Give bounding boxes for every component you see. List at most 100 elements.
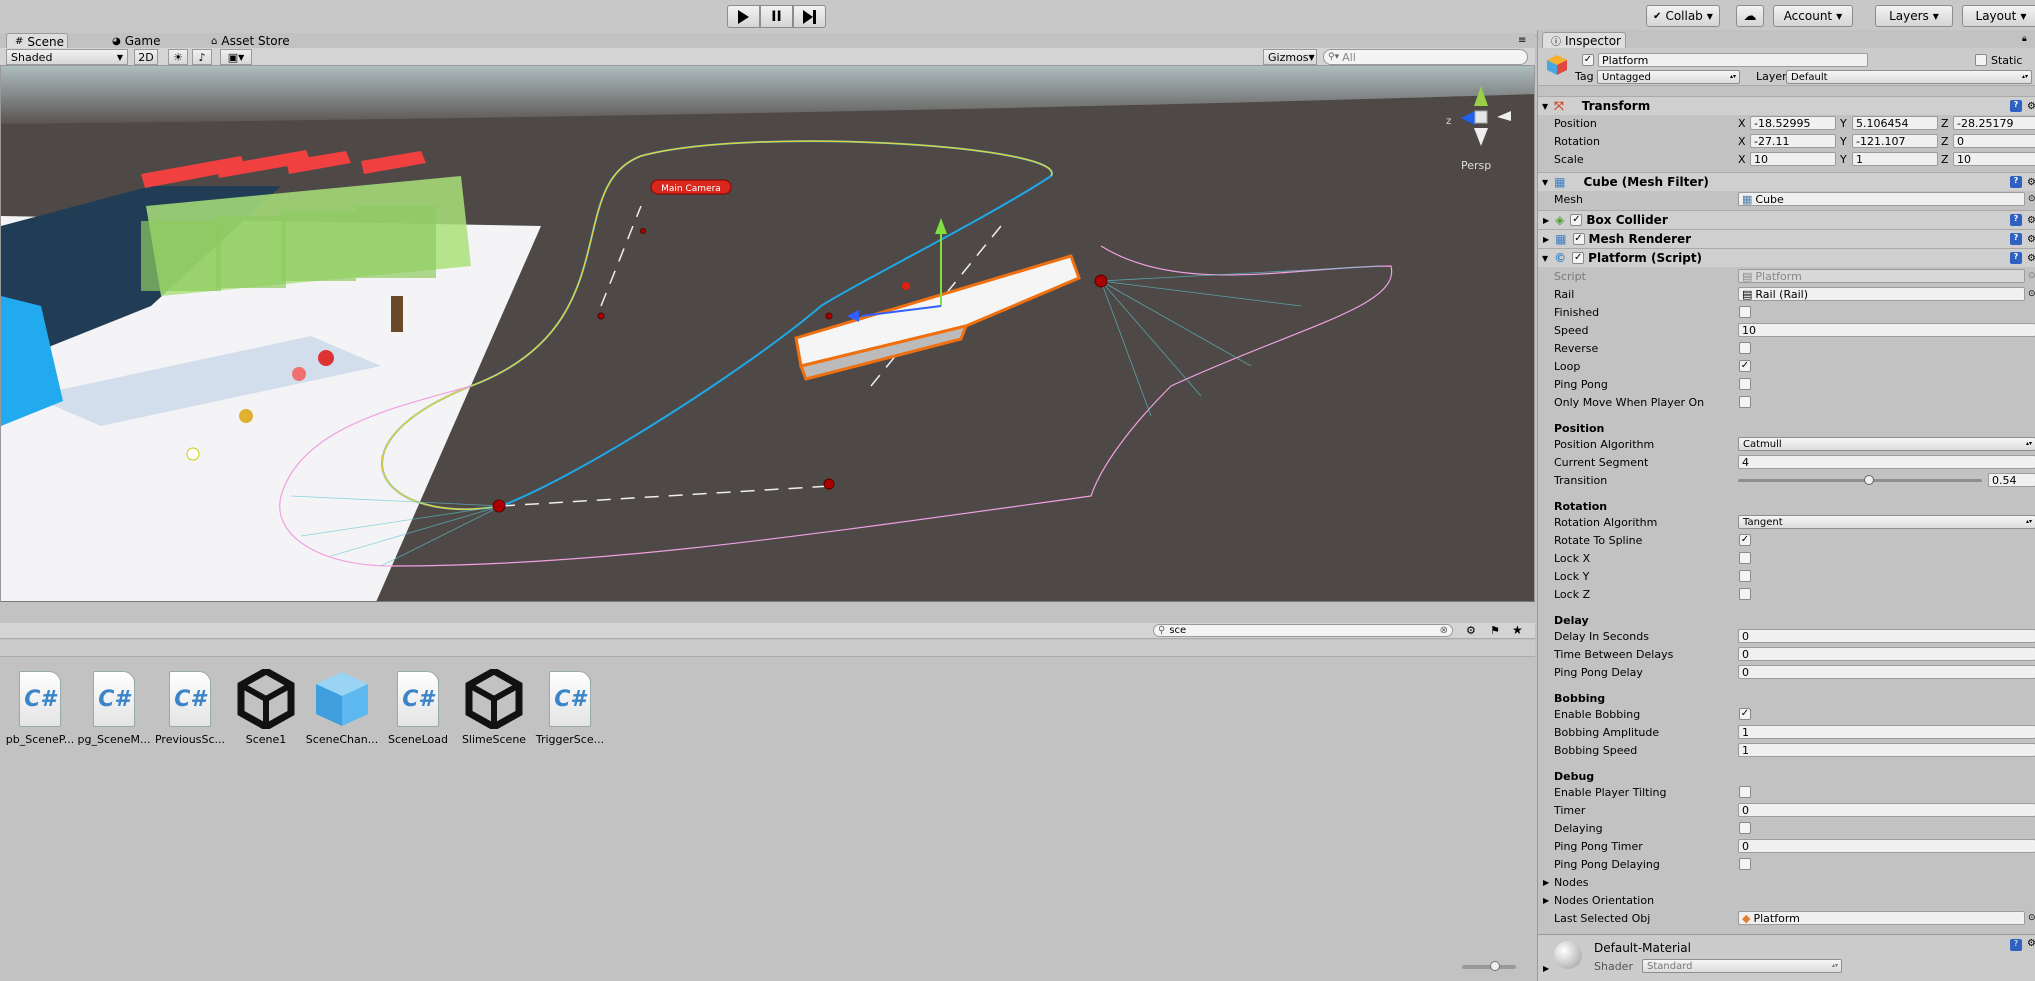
bobbing-speed-field[interactable]: 1 [1738,743,2035,757]
lock-x-checkbox[interactable] [1739,552,1751,564]
pause-button[interactable]: II [760,5,793,28]
position-x-field[interactable]: -18.52995 [1750,116,1836,130]
ping-pong-delaying-checkbox[interactable] [1739,858,1751,870]
step-button[interactable] [793,5,826,28]
bobbing-amplitude-field[interactable]: 1 [1738,725,2035,739]
enable-bobbing-checkbox[interactable]: ✓ [1739,708,1751,720]
filter-by-label-icon[interactable]: ⚑ [1490,624,1500,637]
only-move-checkbox[interactable] [1739,396,1751,408]
nodes-orientation-foldout[interactable]: ▶ Nodes Orientation [1538,891,2035,909]
enable-player-tilting-checkbox[interactable] [1739,786,1751,798]
rotate-to-spline-checkbox[interactable]: ✓ [1739,534,1751,546]
nodes-foldout[interactable]: ▶ Nodes [1538,873,2035,891]
lighting-toggle[interactable]: ☀ [168,49,188,65]
object-name-field[interactable]: Platform [1598,53,1868,67]
tab-inspector[interactable]: ⓘ Inspector [1542,32,1626,48]
box-collider-component-header[interactable]: ▶ ◈ ✓ Box Collider ? ⚙ [1538,210,2035,229]
position-z-field[interactable]: -28.25179 [1953,116,2035,130]
active-checkbox[interactable]: ✓ [1582,54,1594,66]
ping-pong-checkbox[interactable] [1739,378,1751,390]
ping-pong-timer-field[interactable]: 0 [1738,839,2035,853]
time-between-delays-field[interactable]: 0 [1738,647,2035,661]
object-picker-icon[interactable]: ⊙ [2028,913,2035,923]
help-icon[interactable]: ? [2010,100,2022,112]
scene-search-input[interactable]: ⚲▾ All [1323,49,1528,65]
tab-asset-store[interactable]: ⌂ Asset Store [203,33,303,49]
box-collider-enabled-checkbox[interactable]: ✓ [1570,214,1583,226]
rotation-algorithm-dropdown[interactable]: Tangent [1738,515,2035,529]
gizmos-dropdown[interactable]: Gizmos ▼ [1263,49,1317,65]
account-dropdown[interactable]: Account ▼ [1773,5,1853,27]
audio-toggle[interactable]: ♪ [192,49,212,65]
current-segment-field[interactable]: 4 [1738,455,2035,469]
gear-icon[interactable]: ⚙ [2027,234,2035,245]
gear-icon[interactable]: ⚙ [2027,253,2035,264]
collab-dropdown[interactable]: ✔ Collab ▼ [1646,5,1720,27]
rotation-y-field[interactable]: -121.107 [1852,134,1938,148]
asset-item[interactable]: C# pg_SceneM... [76,667,152,746]
gear-icon[interactable]: ⚙ [2027,215,2035,226]
rotation-x-field[interactable]: -27.11 [1750,134,1836,148]
asset-item[interactable]: SceneChan... [304,667,380,746]
gear-icon[interactable]: ⚙ [2027,938,2035,949]
rail-object-field[interactable]: ▤ Rail (Rail) [1738,287,2025,301]
asset-item[interactable]: SlimeScene [456,667,532,746]
icon-size-slider[interactable] [1462,961,1516,971]
asset-item[interactable]: C# PreviousSc... [152,667,228,746]
asset-item[interactable]: C# TriggerSce... [532,667,608,746]
scale-z-field[interactable]: 10 [1953,152,2035,166]
tab-game[interactable]: ◕ Game [104,33,170,49]
lock-y-checkbox[interactable] [1739,570,1751,582]
layer-dropdown[interactable]: Default [1786,70,2032,84]
object-picker-icon[interactable]: ⊙ [2028,289,2035,299]
help-icon[interactable]: ? [2010,176,2022,188]
shader-dropdown[interactable]: Standard [1642,959,1842,973]
scene-render[interactable]: Main Camera z Persp [1,66,1535,602]
scene-viewport[interactable]: Main Camera z Persp [0,66,1535,602]
help-icon[interactable]: ? [2010,252,2022,264]
project-search-input[interactable]: ⚲ sce ⊗ [1153,624,1453,637]
timer-field[interactable]: 0 [1738,803,2035,817]
mesh-object-field[interactable]: ▦ Cube [1738,192,2025,206]
gear-icon[interactable]: ⚙ [2027,101,2035,112]
platform-script-enabled-checkbox[interactable]: ✓ [1572,252,1585,264]
cloud-button[interactable]: ☁ [1736,5,1764,27]
position-algorithm-dropdown[interactable]: Catmull [1738,437,2035,451]
asset-item[interactable]: C# pb_SceneP... [2,667,78,746]
object-picker-icon[interactable]: ⊙ [2028,194,2035,204]
transition-slider[interactable] [1738,475,1982,485]
transition-field[interactable]: 0.54 [1988,473,2035,487]
ping-pong-delay-field[interactable]: 0 [1738,665,2035,679]
transition-slider-thumb[interactable] [1864,475,1874,485]
play-button[interactable] [727,5,760,28]
scale-x-field[interactable]: 10 [1750,152,1836,166]
material-header[interactable]: Default-Material ▶ Shader Standard ? ⚙ [1538,934,2035,981]
mesh-filter-component-header[interactable]: ▼ ▦ Cube (Mesh Filter) ? ⚙ [1538,172,2035,191]
finished-checkbox[interactable] [1739,306,1751,318]
last-selected-object-field[interactable]: ◆ Platform [1738,911,2025,925]
speed-field[interactable]: 10 [1738,323,2035,337]
toggle-2d-button[interactable]: 2D [134,49,158,65]
delay-in-seconds-field[interactable]: 0 [1738,629,2035,643]
rotation-z-field[interactable]: 0 [1953,134,2035,148]
clear-search-icon[interactable]: ⊗ [1440,625,1448,636]
tab-scene[interactable]: # Scene [6,33,68,49]
layout-dropdown[interactable]: Layout ▼ [1962,5,2035,27]
asset-item[interactable]: C# SceneLoad [380,667,456,746]
effects-dropdown[interactable]: ▣ ▼ [220,49,252,65]
slider-thumb[interactable] [1490,961,1500,971]
panel-menu-icon[interactable]: ≡ [1518,35,1526,46]
scale-y-field[interactable]: 1 [1852,152,1938,166]
delaying-checkbox[interactable] [1739,822,1751,834]
loop-checkbox[interactable]: ✓ [1739,360,1751,372]
shading-mode-dropdown[interactable]: Shaded ▼ [6,49,128,65]
platform-script-component-header[interactable]: ▼ © ✓ Platform (Script) ? ⚙ [1538,248,2035,267]
asset-item[interactable]: Scene1 [228,667,304,746]
lock-z-checkbox[interactable] [1739,588,1751,600]
main-camera-gizmo[interactable]: Main Camera [650,179,732,195]
help-icon[interactable]: ? [2010,214,2022,226]
position-y-field[interactable]: 5.106454 [1852,116,1938,130]
lock-icon[interactable]: 🔒︎ [2022,34,2027,44]
help-icon[interactable]: ? [2010,233,2022,245]
gear-icon[interactable]: ⚙ [2027,177,2035,188]
